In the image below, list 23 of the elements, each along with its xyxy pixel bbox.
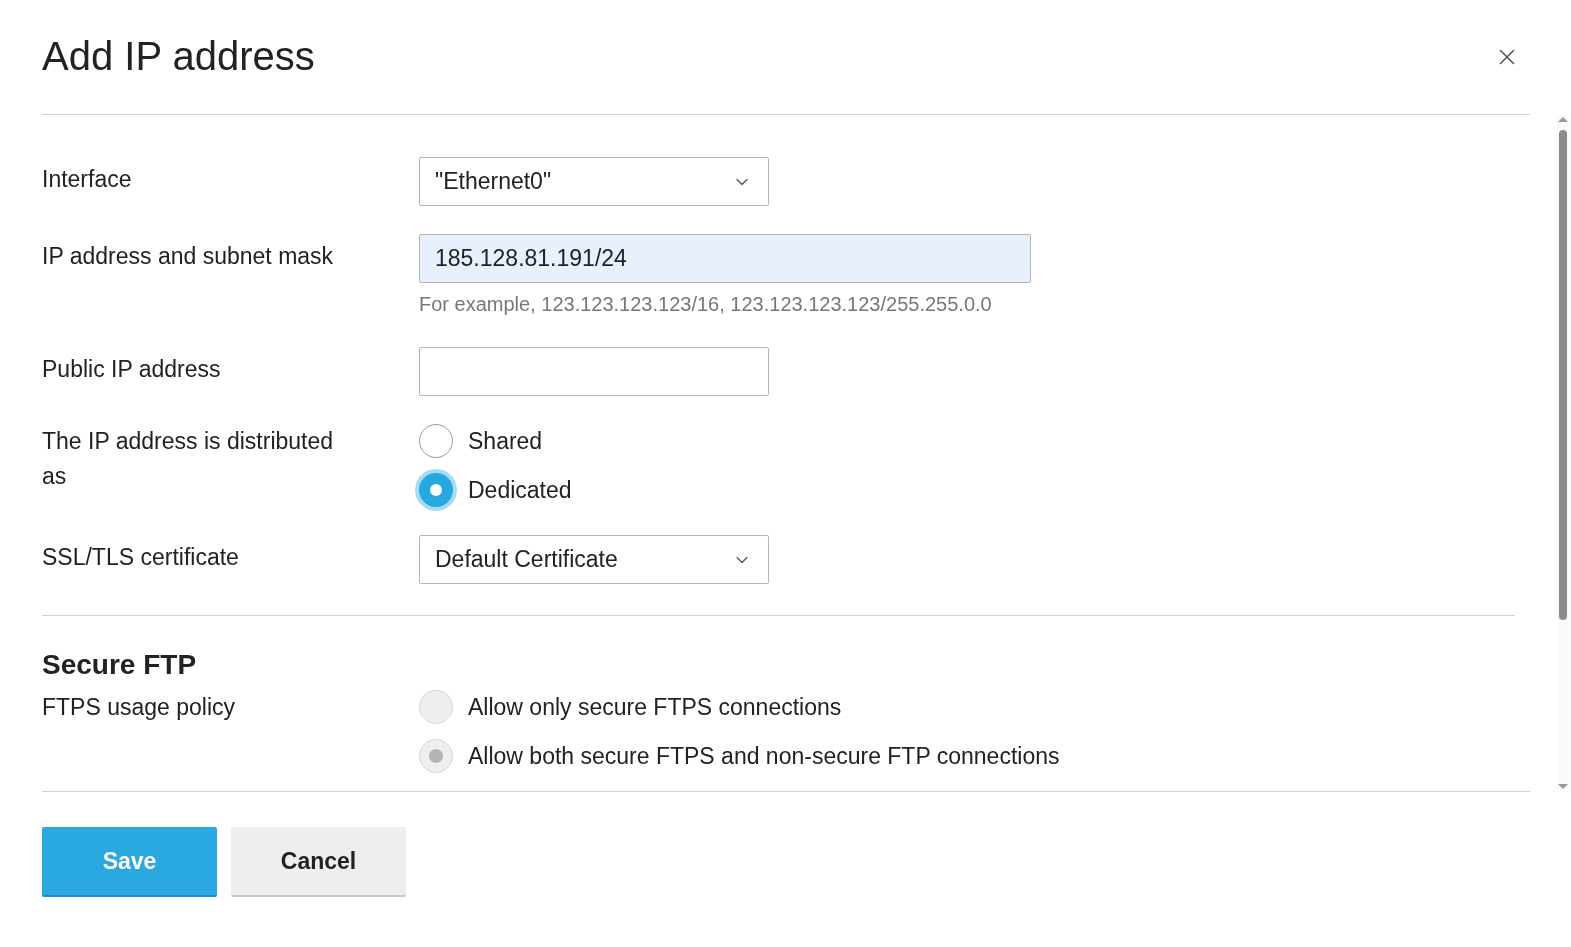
scrollbar-track[interactable] [1557, 115, 1569, 791]
field-label: IP address and subnet mask [42, 242, 335, 271]
field-hint: For example, 123.123.123.123/16, 123.123.123.123/255.255.0.0 [419, 292, 993, 317]
dropdown[interactable]: Default Certificate [419, 535, 769, 584]
radio-label: Allow both secure FTPS and non-secure FTP connections [468, 741, 1060, 771]
field-label: Public IP address [42, 355, 222, 384]
radio-button[interactable] [419, 424, 453, 458]
section-heading: Secure FTP [42, 648, 198, 682]
field-label: The IP address is distributed as [42, 427, 335, 491]
radio-label: Dedicated [468, 475, 572, 505]
radio-label: Shared [468, 426, 543, 456]
dropdown[interactable]: "Ethernet0" [419, 157, 769, 206]
scrollbar-thumb[interactable] [1559, 130, 1567, 620]
radio-label: Allow only secure FTPS connections [468, 692, 842, 722]
input-field[interactable]: 185.128.81.191/24 [419, 234, 1031, 283]
field-label: SSL/TLS certificate [42, 543, 240, 572]
input-field[interactable] [419, 347, 769, 396]
scroll-up-icon[interactable] [1558, 117, 1568, 122]
field-label: Interface [42, 165, 133, 194]
cancel-button[interactable]: Cancel [231, 827, 406, 897]
scroll-down-icon[interactable] [1558, 784, 1568, 789]
field-label: FTPS usage policy [42, 693, 237, 722]
dialog-title: Add IP address [42, 32, 315, 80]
